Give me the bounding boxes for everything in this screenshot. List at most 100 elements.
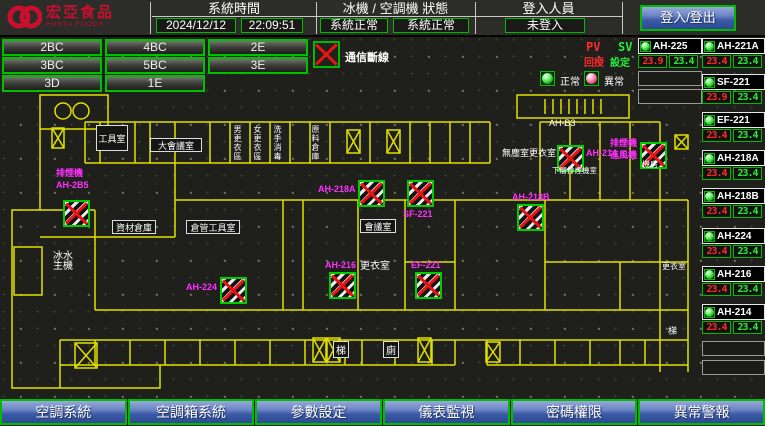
unit-values: 23.4 23.4 xyxy=(702,55,762,68)
pv-value: 23.4 xyxy=(702,55,731,68)
equipment-label: 進風機 xyxy=(610,150,637,160)
sv-column-label: SV xyxy=(618,40,632,54)
pv-value: 23.4 xyxy=(702,205,731,218)
unit-values: 23.4 23.4 xyxy=(702,245,762,258)
sv-value: 23.4 xyxy=(733,283,762,296)
equipment-label: 排煙機 xyxy=(610,138,637,148)
unit-button-ah-221a[interactable]: AH-221A xyxy=(702,38,765,54)
unit-button-ah-214[interactable]: AH-214 xyxy=(702,304,765,320)
floor-button-3e[interactable]: 3E xyxy=(208,57,308,74)
header-bar: 宏亞食品 HUNYA FOODS 系統時間 冰機 / 空調機 狀態 登入人員 2… xyxy=(0,0,765,37)
unit-button-ef-221[interactable]: EF-221 xyxy=(702,112,765,128)
room-label: 男更衣區 xyxy=(233,125,242,161)
led-normal-icon xyxy=(704,269,715,280)
pv-value: 23.4 xyxy=(702,245,731,258)
room-label: 梯 xyxy=(668,326,677,336)
pv-sub-label: 回授 xyxy=(584,54,604,69)
floor-plan-map: 排煙機 AH-2B5 AH-224 AH-216 EF-221 AH-218A … xyxy=(0,92,765,398)
ahu-status-icon[interactable] xyxy=(220,277,247,304)
led-normal-icon xyxy=(704,191,715,202)
led-normal-icon xyxy=(640,41,651,52)
unit-button-ah-224[interactable]: AH-224 xyxy=(702,228,765,244)
pv-value: 23.4 xyxy=(702,283,731,296)
login-user-label: 登入人員 xyxy=(475,1,622,15)
nav-button-alarm[interactable]: 異常警報 xyxy=(638,399,765,425)
floor-button-3d[interactable]: 3D xyxy=(2,75,102,92)
room-label: 女更衣區 xyxy=(253,125,262,161)
equipment-label: AH-218B xyxy=(512,192,550,202)
unit-values: 23.9 23.4 xyxy=(702,91,762,104)
legend-abnormal-label: 異常 xyxy=(604,73,624,88)
time-value: 22:09:51 xyxy=(241,18,303,33)
floor-button-4bc[interactable]: 4BC xyxy=(105,39,205,56)
led-normal-icon xyxy=(540,71,555,86)
ahu-status-icon[interactable] xyxy=(415,272,442,299)
floor-button-5bc[interactable]: 5BC xyxy=(105,57,205,74)
unit-button-ah-218b[interactable]: AH-218B xyxy=(702,188,765,204)
unit-values: 23.4 23.4 xyxy=(702,205,762,218)
room-label: 大會議室 xyxy=(150,138,202,152)
empty-slot xyxy=(702,360,765,375)
unit-button-ah-218a[interactable]: AH-218A xyxy=(702,150,765,166)
unit-values: 23.4 23.4 xyxy=(702,321,762,334)
footer-bar: 空調系統 空調箱系統 參數設定 儀表監視 密碼權限 異常警報 xyxy=(0,399,765,426)
sv-value: 23.4 xyxy=(733,205,762,218)
room-label: 下層排煙機室 xyxy=(552,166,597,176)
room-label: 工具室 xyxy=(96,125,128,151)
unit-button-ah-225[interactable]: AH-225 xyxy=(638,38,702,54)
led-abnormal-icon xyxy=(584,71,599,86)
unit-values: 23.9 23.4 xyxy=(638,55,698,68)
equipment-label: AH-2B5 xyxy=(56,180,89,190)
led-normal-icon xyxy=(704,231,715,242)
equipment-label: 排煙機 xyxy=(56,168,83,178)
floor-button-2bc[interactable]: 2BC xyxy=(2,39,102,56)
room-label: 冰水主機 xyxy=(52,252,74,272)
login-logout-button[interactable]: 登入/登出 xyxy=(640,5,736,31)
led-normal-icon xyxy=(704,153,715,164)
room-label: AH-B3 xyxy=(549,118,576,128)
room-label: 倉管工具室 xyxy=(186,220,240,234)
comm-disconnect-label: 通信斷線 xyxy=(345,49,389,65)
ahu-status-icon[interactable] xyxy=(63,200,90,227)
equipment-label: AH-216 xyxy=(325,260,356,270)
pv-value: 23.4 xyxy=(702,167,731,180)
room-label: 會議室 xyxy=(360,219,396,233)
date-value: 2024/12/12 xyxy=(156,18,236,33)
led-normal-icon xyxy=(704,115,715,126)
ahu-status-icon[interactable] xyxy=(358,180,385,207)
logo-title: 宏亞食品 xyxy=(46,5,114,21)
room-label: 廁 xyxy=(383,341,399,358)
nav-button-password-auth[interactable]: 密碼權限 xyxy=(511,399,638,425)
machine-status-label: 冰機 / 空調機 狀態 xyxy=(316,1,475,15)
pv-column-label: PV xyxy=(586,40,600,54)
sv-value: 23.4 xyxy=(733,167,762,180)
equipment-label: SF-221 xyxy=(403,209,433,219)
floor-button-2e[interactable]: 2E xyxy=(208,39,308,56)
sv-value: 23.4 xyxy=(733,129,762,142)
room-label: 洗手消毒 xyxy=(273,125,282,161)
ahu-status-icon[interactable] xyxy=(517,204,544,231)
divider xyxy=(150,2,151,34)
sv-value: 23.4 xyxy=(733,91,762,104)
comm-disconnect-icon xyxy=(313,41,340,68)
logo: 宏亞食品 HUNYA FOODS xyxy=(6,2,114,32)
ahu-status-icon[interactable] xyxy=(407,180,434,207)
nav-button-meter-monitor[interactable]: 儀表監視 xyxy=(383,399,510,425)
unit-values: 23.4 23.4 xyxy=(702,129,762,142)
ac-status-value: 系統正常 xyxy=(393,18,469,33)
led-normal-icon xyxy=(704,41,715,52)
unit-values: 23.4 23.4 xyxy=(702,167,762,180)
nav-button-ahu-system[interactable]: 空調箱系統 xyxy=(128,399,255,425)
nav-button-param-settings[interactable]: 參數設定 xyxy=(255,399,382,425)
floor-button-1e[interactable]: 1E xyxy=(105,75,205,92)
room-label: 梯 xyxy=(333,341,349,358)
unit-button-sf-221[interactable]: SF-221 xyxy=(702,74,765,90)
empty-slot xyxy=(702,341,765,356)
chiller-status-value: 系統正常 xyxy=(320,18,388,33)
sv-value: 23.4 xyxy=(733,55,762,68)
ahu-status-icon[interactable] xyxy=(329,272,356,299)
floor-button-3bc[interactable]: 3BC xyxy=(2,57,102,74)
nav-button-ac-system[interactable]: 空調系統 xyxy=(0,399,127,425)
unit-button-ah-216[interactable]: AH-216 xyxy=(702,266,765,282)
divider xyxy=(152,16,622,17)
